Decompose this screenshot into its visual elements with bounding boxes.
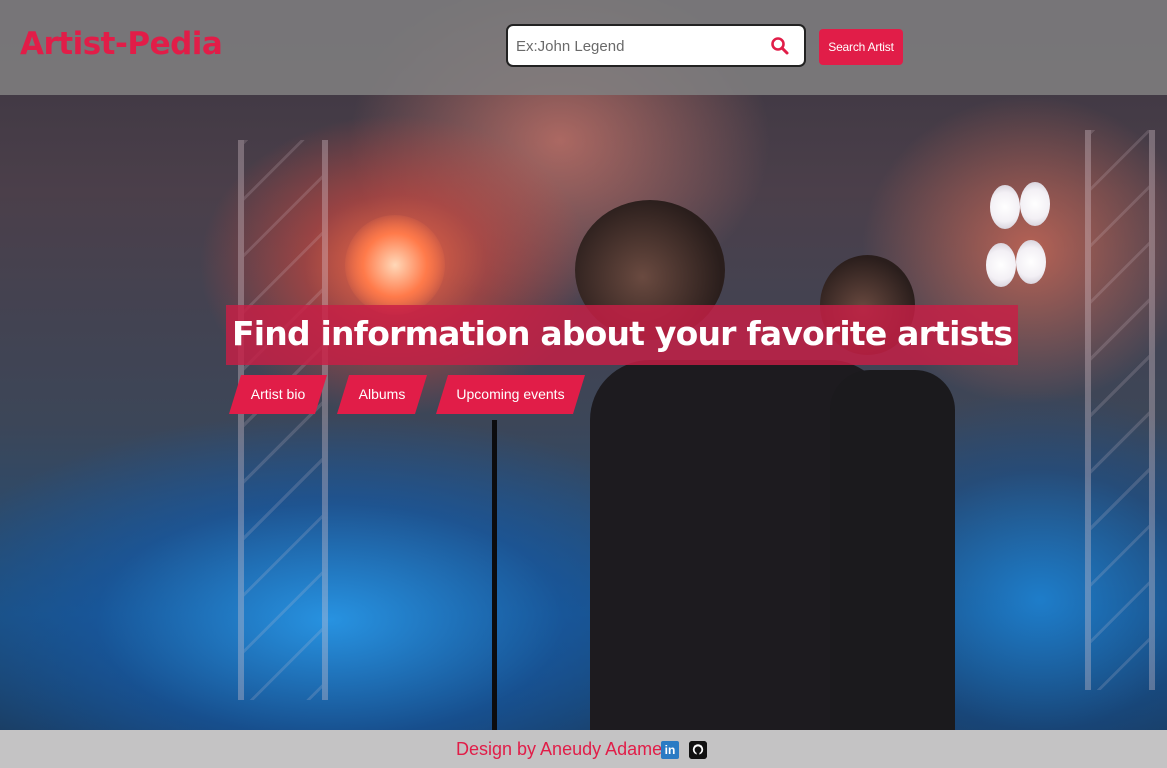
site-logo[interactable]: Artist-Pedia <box>20 26 223 62</box>
tag-upcoming-events: Upcoming events <box>436 375 585 414</box>
hero-headline: Find information about your favorite art… <box>232 314 1013 353</box>
stage-spotlight <box>1016 240 1046 284</box>
tag-artist-bio: Artist bio <box>229 375 327 414</box>
top-navbar: Artist-Pedia Search Artist <box>0 0 1167 95</box>
stage-spotlight <box>990 185 1020 229</box>
search-box <box>506 24 806 67</box>
tag-albums: Albums <box>337 375 427 414</box>
search-artist-button[interactable]: Search Artist <box>819 29 903 65</box>
footer: Design by Aneudy Adames <box>0 730 1167 768</box>
linkedin-icon[interactable]: in <box>661 741 679 759</box>
stage-truss-right <box>1085 130 1155 690</box>
microphone-stand <box>492 420 497 730</box>
artist-search-input[interactable] <box>516 32 756 60</box>
headline-banner: Find information about your favorite art… <box>226 305 1019 365</box>
search-icon[interactable] <box>770 36 790 56</box>
performer-guitarist-body <box>830 370 955 730</box>
stage-truss-left <box>238 140 328 700</box>
stage-spotlight <box>986 243 1016 287</box>
stage-light-orange <box>345 215 445 315</box>
hero-background-image <box>0 0 1167 768</box>
github-icon[interactable] <box>689 741 707 759</box>
design-credit: Design by Aneudy Adames <box>456 739 672 759</box>
stage-spotlight <box>1020 182 1050 226</box>
